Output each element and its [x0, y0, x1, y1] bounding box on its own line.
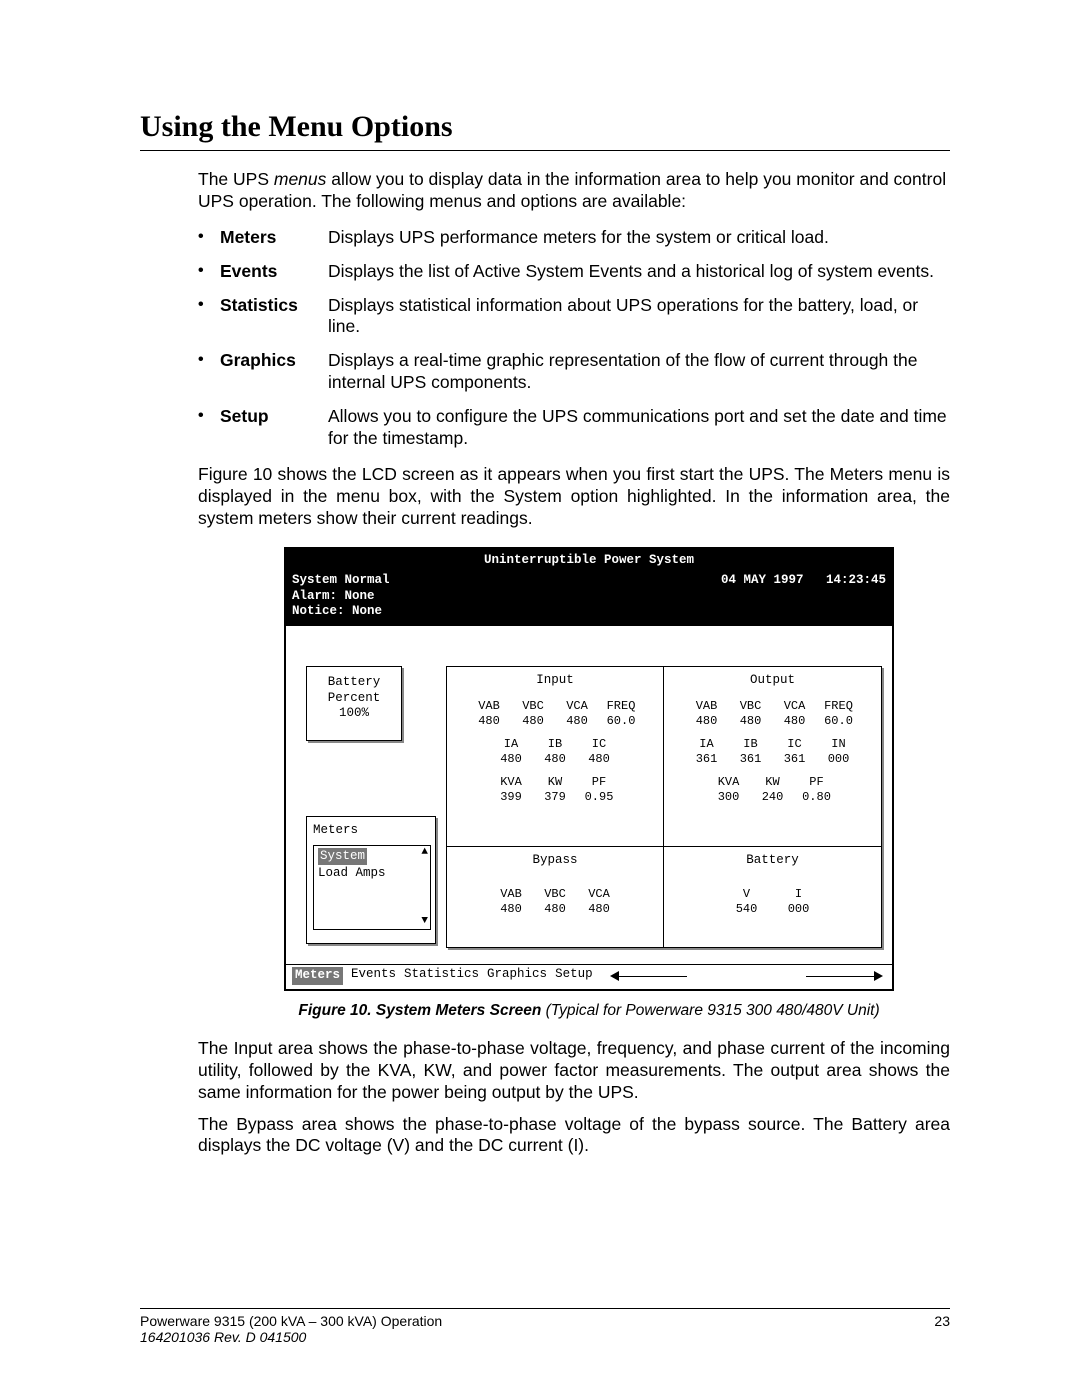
description: Displays the list of Active System Event… [328, 261, 950, 283]
list-item: • Graphics Displays a real-time graphic … [198, 350, 950, 394]
paragraph: Figure 10 shows the LCD screen as it app… [198, 464, 950, 530]
list-item: • Meters Displays UPS performance meters… [198, 227, 950, 249]
scroll-down-icon[interactable]: ▼ [421, 915, 428, 929]
description: Displays statistical information about U… [328, 295, 950, 339]
figure-wrapper: Uninterruptible Power System System Norm… [228, 547, 950, 990]
bullet-icon: • [198, 295, 220, 314]
lcd-footer: Meters Events Statistics Graphics Setup [286, 964, 892, 989]
input-pane: Input VABVBCVCAFREQ 48048048060.0 IAIBIC… [447, 667, 664, 847]
tab-graphics[interactable]: Graphics [487, 967, 547, 985]
lcd-header: Uninterruptible Power System System Norm… [286, 549, 892, 626]
page-footer: Powerware 9315 (200 kVA – 300 kVA) Opera… [140, 1308, 950, 1345]
readings-grid: Input VABVBCVCAFREQ 48048048060.0 IAIBIC… [446, 666, 882, 948]
lcd-title: Uninterruptible Power System [292, 553, 886, 569]
menu-definition-list: • Meters Displays UPS performance meters… [198, 227, 950, 450]
tab-meters[interactable]: Meters [292, 967, 343, 985]
meters-select-box[interactable]: ▲ System Load Amps ▼ [313, 845, 431, 930]
battery-percent-panel: Battery Percent 100% [306, 666, 402, 741]
horizontal-rule [140, 150, 950, 151]
list-item: • Setup Allows you to configure the UPS … [198, 406, 950, 450]
paragraph: The Bypass area shows the phase-to-phase… [198, 1114, 950, 1158]
intro-paragraph: The UPS menus allow you to display data … [198, 169, 950, 213]
lcd-body: Battery Percent 100% Meters ▲ System Loa… [286, 626, 892, 964]
bullet-icon: • [198, 261, 220, 280]
status-datetime: 04 MAY 1997 14:23:45 [721, 573, 886, 620]
description: Displays a real-time graphic representat… [328, 350, 950, 394]
battery-pane: Battery VI 540000 [664, 847, 881, 947]
lcd-screen: Uninterruptible Power System System Norm… [284, 547, 894, 990]
paragraph: The Input area shows the phase-to-phase … [198, 1038, 950, 1104]
selected-item[interactable]: System [318, 848, 367, 866]
term: Statistics [220, 295, 328, 317]
description: Displays UPS performance meters for the … [328, 227, 950, 249]
bullet-icon: • [198, 406, 220, 425]
scroll-up-icon[interactable]: ▲ [421, 846, 428, 860]
term: Meters [220, 227, 328, 249]
term: Setup [220, 406, 328, 428]
status-alarm: Alarm: None [292, 589, 390, 605]
footer-doc-title: Powerware 9315 (200 kVA – 300 kVA) Opera… [140, 1313, 442, 1329]
tab-statistics[interactable]: Statistics [404, 967, 479, 985]
footer-doc-rev: 164201036 Rev. D 041500 [140, 1329, 442, 1345]
status-system: System Normal [292, 573, 390, 589]
nav-arrows[interactable] [607, 969, 886, 983]
status-notice: Notice: None [292, 604, 390, 620]
tab-events[interactable]: Events [351, 967, 396, 985]
list-item: • Events Displays the list of Active Sys… [198, 261, 950, 283]
tab-setup[interactable]: Setup [555, 967, 593, 985]
meters-title: Meters [313, 823, 431, 839]
meters-menu-panel: Meters ▲ System Load Amps ▼ [306, 816, 436, 944]
bypass-pane: Bypass VABVBCVCA 480480480 [447, 847, 664, 947]
menu-item[interactable]: Load Amps [318, 865, 420, 883]
arrow-right-icon[interactable] [874, 971, 883, 981]
description: Allows you to configure the UPS communic… [328, 406, 950, 450]
bullet-icon: • [198, 227, 220, 246]
page-number: 23 [934, 1313, 950, 1345]
figure-caption: Figure 10. System Meters Screen (Typical… [228, 1001, 950, 1020]
term: Events [220, 261, 328, 283]
section-title: Using the Menu Options [140, 110, 950, 144]
output-pane: Output VABVBCVCAFREQ 48048048060.0 IAIBI… [664, 667, 881, 847]
list-item: • Statistics Displays statistical inform… [198, 295, 950, 339]
bullet-icon: • [198, 350, 220, 369]
term: Graphics [220, 350, 328, 372]
